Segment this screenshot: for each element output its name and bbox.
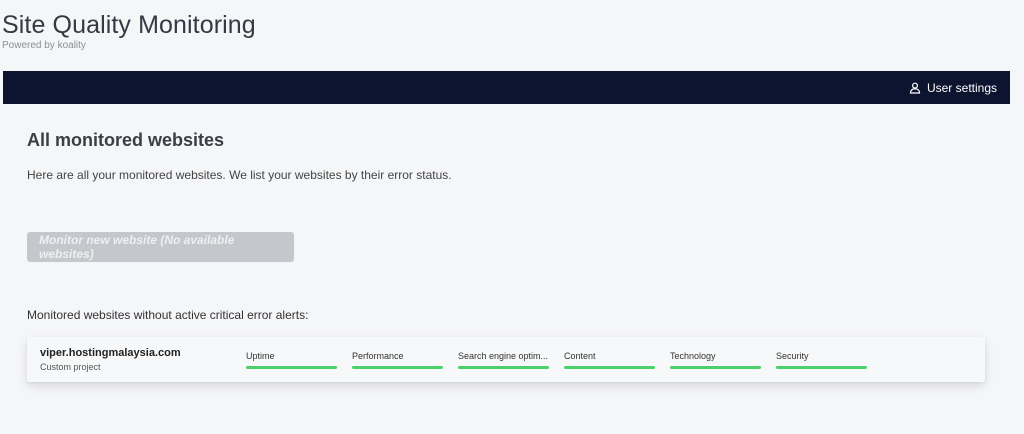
category-performance[interactable]: Performance [352,350,443,369]
top-navigation-bar: User settings [3,71,1010,104]
category-content[interactable]: Content [564,350,655,369]
user-settings-link[interactable]: User settings [909,71,997,104]
page: Site Quality Monitoring Powered by koali… [0,0,1024,434]
category-label: Security [776,351,809,361]
category-seo[interactable]: Search engine optim... [458,350,549,369]
website-type: Custom project [40,362,101,372]
app-title: Site Quality Monitoring [2,11,256,39]
brand-header: Site Quality Monitoring Powered by koali… [2,10,256,52]
category-label: Technology [670,351,716,361]
category-status-bar [776,366,867,369]
category-technology[interactable]: Technology [670,350,761,369]
category-label: Performance [352,351,404,361]
category-list: Uptime Performance Search engine optim..… [246,350,882,369]
category-uptime[interactable]: Uptime [246,350,337,369]
user-icon [909,82,921,94]
category-label: Search engine optim... [458,351,549,361]
page-title: All monitored websites [27,130,225,150]
website-card[interactable]: viper.hostingmalaysia.com Custom project… [27,337,985,382]
website-name: viper.hostingmalaysia.com [40,347,181,359]
monitor-new-website-button[interactable]: Monitor new website (No available websit… [27,232,294,262]
category-status-bar [246,366,337,369]
category-status-bar [670,366,761,369]
section-label: Monitored websites without active critic… [27,308,309,322]
category-status-bar [564,366,655,369]
category-security[interactable]: Security [776,350,867,369]
category-label: Uptime [246,351,275,361]
category-status-bar [458,366,549,369]
page-description: Here are all your monitored websites. We… [27,168,452,182]
category-label: Content [564,351,596,361]
user-settings-label: User settings [926,80,997,95]
app-subtitle: Powered by koality [2,40,86,51]
category-status-bar [352,366,443,369]
